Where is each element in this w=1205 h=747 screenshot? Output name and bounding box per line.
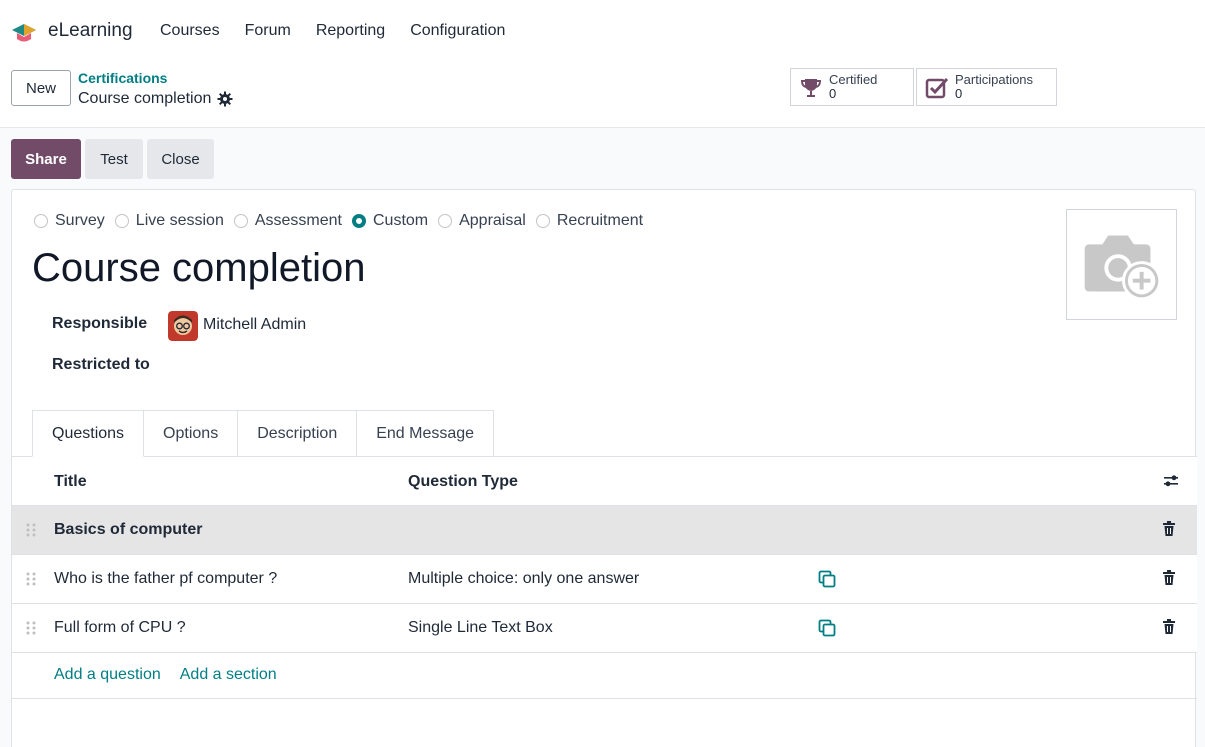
add-line-links: Add a question Add a section bbox=[54, 666, 296, 684]
menu-forum[interactable]: Forum bbox=[245, 22, 291, 40]
certified-value: 0 bbox=[829, 86, 837, 101]
responsible-name[interactable]: Mitchell Admin bbox=[203, 316, 306, 334]
radio-appraisal[interactable]: Appraisal bbox=[438, 212, 526, 230]
questions-list-header: Title Question Type bbox=[12, 457, 1197, 506]
radio-assessment[interactable]: Assessment bbox=[233, 212, 342, 230]
drag-handle-icon[interactable] bbox=[25, 620, 37, 636]
row-title: Full form of CPU ? bbox=[54, 619, 186, 636]
record-name-text: Course completion bbox=[78, 90, 212, 107]
certified-label: Certified bbox=[829, 72, 878, 87]
radio-survey[interactable]: Survey bbox=[34, 212, 105, 230]
test-button[interactable]: Test bbox=[85, 139, 143, 179]
table-row[interactable]: Basics of computer bbox=[12, 506, 1197, 555]
tab-options[interactable]: Options bbox=[144, 410, 239, 457]
list-bottom-divider bbox=[12, 698, 1197, 699]
drag-handle-icon[interactable] bbox=[25, 571, 37, 587]
restricted-to-label: Restricted to bbox=[52, 356, 150, 373]
tab-questions[interactable]: Questions bbox=[32, 410, 145, 457]
table-row[interactable]: Full form of CPU ? Single Line Text Box bbox=[12, 604, 1197, 653]
copy-icon[interactable] bbox=[818, 570, 836, 588]
participations-value: 0 bbox=[955, 86, 963, 101]
share-button[interactable]: Share bbox=[11, 139, 81, 179]
main-menu: Courses Forum Reporting Configuration bbox=[160, 22, 530, 40]
trash-icon[interactable] bbox=[1162, 521, 1176, 537]
certified-smart-button[interactable]: Certified 0 bbox=[790, 68, 914, 106]
row-title: Who is the father pf computer ? bbox=[54, 570, 278, 587]
add-section-link[interactable]: Add a section bbox=[180, 666, 277, 684]
survey-title-field[interactable]: Course completion bbox=[32, 246, 366, 291]
participations-smart-button[interactable]: Participations 0 bbox=[916, 68, 1057, 106]
trash-icon[interactable] bbox=[1162, 570, 1176, 586]
table-row[interactable]: Who is the father pf computer ? Multiple… bbox=[12, 555, 1197, 604]
radio-custom[interactable]: Custom bbox=[351, 212, 428, 230]
app-name[interactable]: eLearning bbox=[48, 20, 133, 42]
radio-recruitment[interactable]: Recruitment bbox=[535, 212, 643, 230]
gear-icon[interactable] bbox=[217, 91, 233, 107]
menu-configuration[interactable]: Configuration bbox=[410, 22, 505, 40]
image-upload[interactable] bbox=[1066, 209, 1177, 320]
row-question-type: Single Line Text Box bbox=[408, 619, 553, 636]
menu-courses[interactable]: Courses bbox=[160, 22, 220, 40]
control-panel: New Certifications Course completion Cer… bbox=[0, 62, 1205, 128]
breadcrumb-certifications[interactable]: Certifications bbox=[78, 70, 167, 86]
responsible-label: Responsible bbox=[52, 315, 148, 332]
form-sheet: Survey Live session Assessment Custom Ap… bbox=[11, 189, 1197, 747]
drag-handle-icon[interactable] bbox=[25, 522, 37, 538]
trophy-icon bbox=[800, 79, 822, 97]
top-navbar: eLearning Courses Forum Reporting Config… bbox=[0, 0, 1205, 62]
close-button[interactable]: Close bbox=[147, 139, 214, 179]
column-question-type[interactable]: Question Type bbox=[408, 473, 518, 491]
column-title[interactable]: Title bbox=[54, 473, 87, 491]
participations-label: Participations bbox=[955, 72, 1034, 87]
row-title: Basics of computer bbox=[54, 521, 203, 538]
new-button[interactable]: New bbox=[11, 70, 71, 106]
checkbox-icon bbox=[925, 77, 949, 99]
avatar bbox=[168, 311, 198, 341]
add-question-link[interactable]: Add a question bbox=[54, 666, 161, 684]
notebook-tabs: Questions Options Description End Messag… bbox=[32, 410, 495, 457]
radio-live-session[interactable]: Live session bbox=[114, 212, 224, 230]
camera-add-icon bbox=[1084, 235, 1162, 301]
survey-type-radio-group: Survey Live session Assessment Custom Ap… bbox=[34, 212, 653, 230]
graduation-cap-icon[interactable] bbox=[11, 22, 37, 44]
tab-end-message[interactable]: End Message bbox=[357, 410, 495, 457]
tab-description[interactable]: Description bbox=[238, 410, 358, 457]
menu-reporting[interactable]: Reporting bbox=[316, 22, 385, 40]
row-question-type: Multiple choice: only one answer bbox=[408, 570, 640, 587]
record-name: Course completion bbox=[78, 90, 233, 108]
trash-icon[interactable] bbox=[1162, 619, 1176, 635]
optional-columns-icon[interactable] bbox=[1162, 472, 1180, 490]
copy-icon[interactable] bbox=[818, 619, 836, 637]
